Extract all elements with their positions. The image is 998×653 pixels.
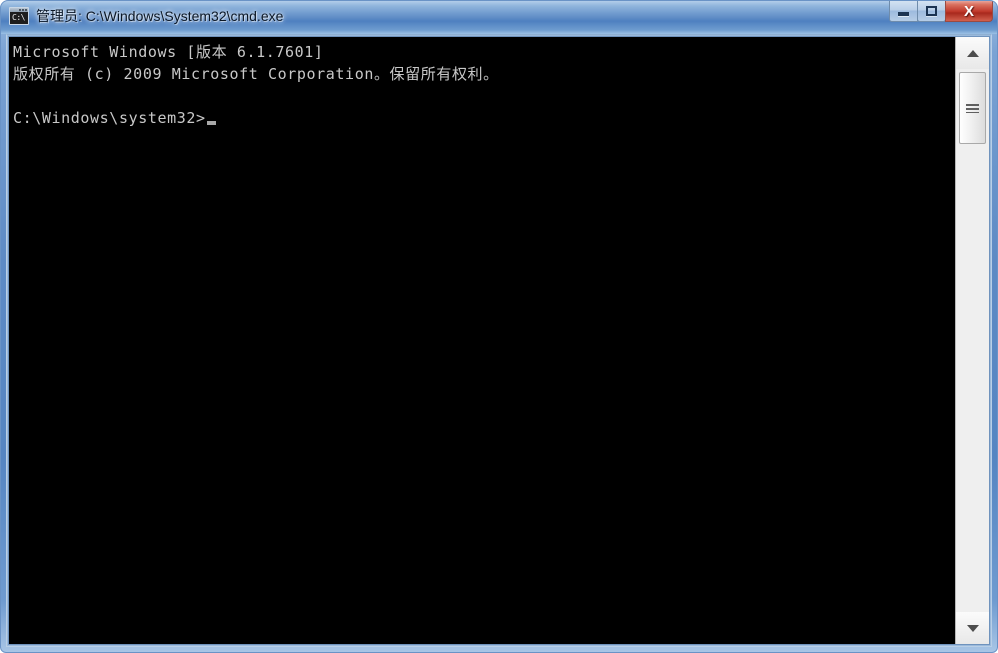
console-prompt-line: C:\Windows\system32> xyxy=(13,107,955,129)
maximize-button[interactable] xyxy=(917,1,946,22)
close-icon: X xyxy=(963,2,974,20)
grip-icon xyxy=(966,103,979,113)
cmd-icon-prompt-text: C:\ xyxy=(12,13,25,22)
close-button[interactable]: X xyxy=(945,1,993,22)
client-area: Microsoft Windows [版本 6.1.7601] 版权所有 (c)… xyxy=(8,36,990,645)
chevron-down-icon xyxy=(966,624,979,632)
cmd-icon-buttons xyxy=(19,9,27,11)
window-title: 管理员: C:\Windows\System32\cmd.exe xyxy=(36,8,284,24)
chevron-up-icon xyxy=(966,49,979,57)
scrollbar-up-button[interactable] xyxy=(956,37,989,69)
scrollbar-down-button[interactable] xyxy=(956,612,989,644)
console-output[interactable]: Microsoft Windows [版本 6.1.7601] 版权所有 (c)… xyxy=(9,37,955,644)
title-bar[interactable]: C:\ 管理员: C:\Windows\System32\cmd.exe X xyxy=(0,0,998,34)
console-scrollbar[interactable] xyxy=(955,37,989,644)
cmd-console-icon[interactable]: C:\ xyxy=(9,7,29,25)
console-cursor xyxy=(206,120,216,125)
console-line: 版权所有 (c) 2009 Microsoft Corporation。保留所有… xyxy=(13,65,499,83)
title-bar-left: C:\ 管理员: C:\Windows\System32\cmd.exe xyxy=(9,5,283,27)
cmd-window: C:\ 管理员: C:\Windows\System32\cmd.exe X M… xyxy=(0,0,998,653)
console-prompt: C:\Windows\system32> xyxy=(13,109,206,127)
client-bevel: Microsoft Windows [版本 6.1.7601] 版权所有 (c)… xyxy=(6,34,992,647)
console-line: Microsoft Windows [版本 6.1.7601] xyxy=(13,43,324,61)
scrollbar-thumb[interactable] xyxy=(959,72,986,144)
minimize-icon xyxy=(898,11,909,16)
window-controls: X xyxy=(889,1,993,25)
maximize-icon xyxy=(926,6,937,16)
minimize-button[interactable] xyxy=(889,1,918,22)
